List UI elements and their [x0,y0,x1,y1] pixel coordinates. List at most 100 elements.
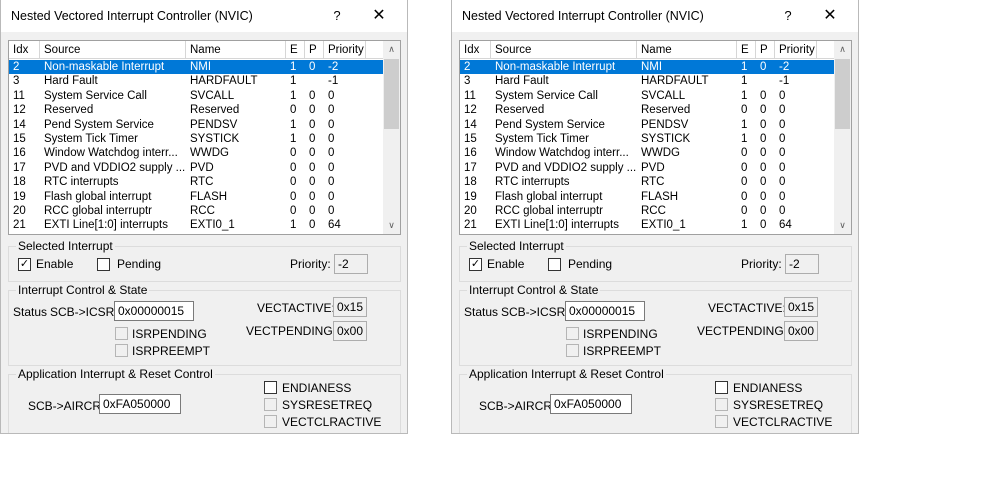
table-row[interactable]: 15 System Tick Timer SYSTICK 1 0 0 [460,132,834,146]
scroll-down-icon[interactable]: ∨ [834,217,851,234]
vertical-scrollbar[interactable]: ∧ ∨ [834,41,851,234]
application-interrupt-reset-group: Application Interrupt & Reset Control SC… [8,367,401,433]
scroll-down-icon[interactable]: ∨ [383,217,400,234]
dialog-title: Nested Vectored Interrupt Controller (NV… [462,9,704,23]
aircr-field[interactable]: 0xFA050000 [99,394,181,414]
cell-source: RTC interrupts [495,176,570,189]
table-row[interactable]: 11 System Service Call SVCALL 1 0 0 [460,89,834,103]
cell-name: HARDFAULT [190,75,258,88]
scroll-up-icon[interactable]: ∧ [383,41,400,58]
cell-e: 0 [741,176,748,189]
vectclractive-checkbox[interactable] [264,415,277,428]
cell-e: 0 [741,204,748,217]
enable-checkbox[interactable]: ✓ [469,258,482,271]
cell-source: EXTI Line[1:0] interrupts [495,219,620,232]
scroll-thumb[interactable] [835,59,850,129]
table-row[interactable]: 20 RCC global interruptr RCC 0 0 0 [460,204,834,218]
table-row[interactable]: 14 Pend System Service PENDSV 1 0 0 [460,118,834,132]
sysresetreq-checkbox[interactable] [715,398,728,411]
endianess-checkbox[interactable] [264,381,277,394]
help-button[interactable]: ? [778,6,798,26]
vectclractive-checkbox[interactable] [715,415,728,428]
cell-p [305,74,324,88]
table-row[interactable]: 17 PVD and VDDIO2 supply ... PVD 0 0 0 [460,161,834,175]
cell-idx: 14 [13,118,26,131]
table-row[interactable]: 12 Reserved Reserved 0 0 0 [460,103,834,117]
help-button[interactable]: ? [327,6,347,26]
interrupt-list[interactable]: Idx Source Name E P Priority 2 Non-maskab… [8,40,401,235]
cell-p: 0 [309,161,316,174]
cell-p: 0 [760,219,767,232]
vertical-scrollbar[interactable]: ∧ ∨ [383,41,400,234]
table-row[interactable]: 17 PVD and VDDIO2 supply ... PVD 0 0 0 [9,161,383,175]
table-row[interactable]: 18 RTC interrupts RTC 0 0 0 [9,175,383,189]
isrpending-checkbox[interactable] [115,327,128,340]
cell-name: RTC [641,176,665,189]
table-row[interactable]: 3 Hard Fault HARDFAULT 1 -1 [460,74,834,88]
isrpending-checkbox[interactable] [566,327,579,340]
column-header-p[interactable]: P [756,41,775,59]
close-button[interactable]: ✕ [818,6,842,26]
table-row[interactable]: 19 Flash global interrupt FLASH 0 0 0 [460,190,834,204]
isrpreempt-checkbox[interactable] [115,344,128,357]
column-header-e[interactable]: E [286,41,305,59]
interrupt-list[interactable]: Idx Source Name E P Priority 2 Non-maskab… [459,40,852,235]
scroll-thumb[interactable] [384,59,399,129]
sysresetreq-checkbox[interactable] [264,398,277,411]
aircr-field[interactable]: 0xFA050000 [550,394,632,414]
column-header-idx[interactable]: Idx [460,41,491,59]
cell-source: Pend System Service [44,118,154,131]
close-button[interactable]: ✕ [367,6,391,26]
table-row[interactable]: 16 Window Watchdog interr... WWDG 0 0 0 [9,146,383,160]
cell-idx: 17 [13,161,26,174]
column-header-priority[interactable]: Priority [775,41,817,59]
cell-idx: 20 [464,204,477,217]
table-row[interactable]: 11 System Service Call SVCALL 1 0 0 [9,89,383,103]
interrupt-control-state-label: Interrupt Control & State [16,283,150,297]
table-row[interactable]: 16 Window Watchdog interr... WWDG 0 0 0 [460,146,834,160]
table-row[interactable]: 21 EXTI Line[1:0] interrupts EXTI0_1 1 0 64 [460,218,834,232]
cell-name: NMI [641,61,663,73]
column-header-priority[interactable]: Priority [324,41,366,59]
cell-e: 0 [290,190,297,203]
column-header-source[interactable]: Source [40,41,186,59]
isrpreempt-checkbox[interactable] [566,344,579,357]
scroll-up-icon[interactable]: ∧ [834,41,851,58]
isrpending-label: ISRPENDING [132,327,207,341]
pending-checkbox[interactable] [548,258,561,271]
cell-p: 0 [760,61,767,73]
cell-p: 0 [760,104,767,117]
cell-name: RCC [641,204,666,217]
table-row[interactable]: 21 EXTI Line[1:0] interrupts EXTI0_1 1 0 64 [9,218,383,232]
table-row[interactable]: 20 RCC global interruptr RCC 0 0 0 [9,204,383,218]
column-header-source[interactable]: Source [491,41,637,59]
icsr-field[interactable]: 0x00000015 [565,301,645,321]
pending-checkbox[interactable] [97,258,110,271]
column-header-name[interactable]: Name [637,41,737,59]
cell-e: 0 [290,104,297,117]
table-row[interactable]: 3 Hard Fault HARDFAULT 1 -1 [9,74,383,88]
table-row[interactable]: 18 RTC interrupts RTC 0 0 0 [460,175,834,189]
column-header-idx[interactable]: Idx [9,41,40,59]
cell-p: 0 [309,132,316,145]
cell-p: 0 [760,176,767,189]
icsr-label: SCB->ICSR: [501,305,569,319]
enable-checkbox[interactable]: ✓ [18,258,31,271]
cell-source: PVD and VDDIO2 supply ... [495,161,637,174]
table-row[interactable]: 15 System Tick Timer SYSTICK 1 0 0 [9,132,383,146]
table-row[interactable]: 2 Non-maskable Interrupt NMI 1 0 -2 [9,60,383,75]
cell-p: 0 [309,147,316,160]
table-row[interactable]: 19 Flash global interrupt FLASH 0 0 0 [9,190,383,204]
table-row[interactable]: 2 Non-maskable Interrupt NMI 1 0 -2 [460,60,834,75]
table-row[interactable]: 12 Reserved Reserved 0 0 0 [9,103,383,117]
table-row[interactable]: 14 Pend System Service PENDSV 1 0 0 [9,118,383,132]
cell-source: Window Watchdog interr... [44,147,178,160]
cell-p: 0 [309,176,316,189]
column-header-e[interactable]: E [737,41,756,59]
cell-p: 0 [760,118,767,131]
endianess-checkbox[interactable] [715,381,728,394]
column-header-name[interactable]: Name [186,41,286,59]
cell-source: RCC global interruptr [44,204,153,217]
icsr-field[interactable]: 0x00000015 [114,301,194,321]
column-header-p[interactable]: P [305,41,324,59]
